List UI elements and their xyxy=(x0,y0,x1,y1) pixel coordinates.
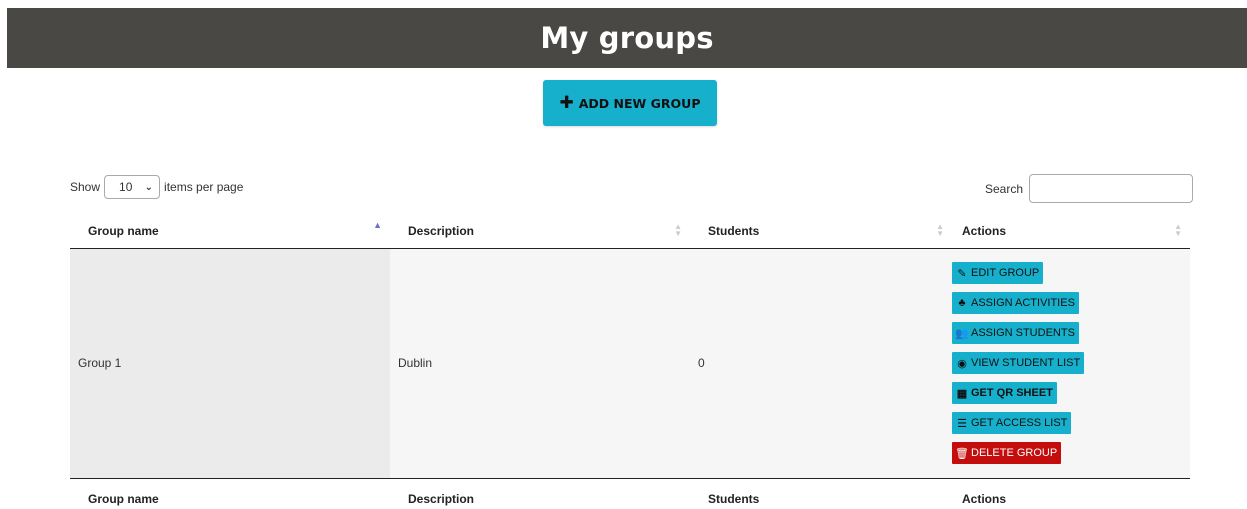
column-header-label: Students xyxy=(708,223,760,238)
assign-students-label: ASSIGN STUDENTS xyxy=(971,327,1075,339)
assign-students-button[interactable]: 👥 ASSIGN STUDENTS xyxy=(952,322,1079,344)
cell-actions: ✎ EDIT GROUP ♣ ASSIGN ACTIVITIES 👥 ASSIG… xyxy=(952,248,1190,478)
add-new-group-label: ADD NEW GROUP xyxy=(578,95,701,111)
sort-icon: ▲ ▼ xyxy=(1174,222,1182,238)
column-header-label: Actions xyxy=(962,223,1007,238)
chevron-down-icon: ⌄ xyxy=(144,181,154,193)
length-menu: Show 10 ⌄ items per page xyxy=(70,175,243,199)
view-student-list-label: VIEW STUDENT LIST xyxy=(971,357,1081,369)
list-icon: ☰ xyxy=(957,417,967,430)
edit-icon: ✎ xyxy=(957,267,967,280)
plus-icon: ✚ xyxy=(559,92,574,113)
assign-activities-label: ASSIGN ACTIVITIES xyxy=(971,297,1075,309)
search-input[interactable] xyxy=(1029,174,1194,203)
column-header-label: Description xyxy=(408,223,475,238)
column-header-group-name[interactable]: Group name ▲ xyxy=(70,214,390,249)
table-footer-row: Group name Description Students Actions xyxy=(70,477,1190,509)
items-per-page-select[interactable]: 10 ⌄ xyxy=(104,175,161,199)
column-header-actions[interactable]: Actions ▲ ▼ xyxy=(952,214,1190,249)
qrcode-icon: ▦ xyxy=(956,387,968,400)
cell-description: Dublin xyxy=(390,248,690,478)
footer-group-name: Group name xyxy=(70,477,390,509)
get-qr-sheet-button[interactable]: ▦ GET QR SHEET xyxy=(952,382,1057,404)
page-header: My groups xyxy=(7,8,1247,68)
trash-icon: 🗑 xyxy=(955,447,969,460)
view-student-list-button[interactable]: ◉ VIEW STUDENT LIST xyxy=(952,352,1085,374)
assign-activities-button[interactable]: ♣ ASSIGN ACTIVITIES xyxy=(952,292,1079,314)
cell-group-name: Group 1 xyxy=(70,248,390,478)
users-icon: 👥 xyxy=(955,327,969,340)
page-title: My groups xyxy=(540,21,714,55)
column-header-description[interactable]: Description ▲ ▼ xyxy=(390,214,690,249)
footer-students: Students xyxy=(690,477,952,509)
footer-description: Description xyxy=(390,477,690,509)
puzzle-icon: ♣ xyxy=(958,297,966,309)
row-actions: ✎ EDIT GROUP ♣ ASSIGN ACTIVITIES 👥 ASSIG… xyxy=(952,250,1190,476)
sort-icon: ▲ ▼ xyxy=(936,222,944,238)
length-menu-prefix: Show xyxy=(70,180,101,194)
sort-icon: ▲ ▼ xyxy=(674,222,682,238)
eye-icon: ◉ xyxy=(957,357,967,370)
table-header-row: Group name ▲ Description ▲ ▼ Students ▲ ▼ … xyxy=(70,214,1190,249)
column-header-label: Group name xyxy=(88,223,159,238)
edit-group-label: EDIT GROUP xyxy=(971,267,1040,279)
table-row: Group 1 Dublin 0 ✎ EDIT GROUP ♣ ASSIGN A… xyxy=(70,248,1190,478)
length-menu-suffix: items per page xyxy=(164,180,244,194)
delete-group-label: DELETE GROUP xyxy=(971,447,1058,459)
edit-group-button[interactable]: ✎ EDIT GROUP xyxy=(952,262,1044,284)
get-access-list-button[interactable]: ☰ GET ACCESS LIST xyxy=(952,412,1072,434)
search-box: Search xyxy=(985,174,1194,203)
delete-group-button[interactable]: 🗑 DELETE GROUP xyxy=(952,442,1062,464)
footer-actions: Actions xyxy=(952,477,1190,509)
add-new-group-button[interactable]: ✚ ADD NEW GROUP xyxy=(543,80,717,126)
search-label: Search xyxy=(985,181,1024,196)
items-per-page-value: 10 xyxy=(119,180,133,194)
groups-table: Group name ▲ Description ▲ ▼ Students ▲ ▼ … xyxy=(70,214,1190,509)
get-qr-sheet-label: GET QR SHEET xyxy=(971,387,1053,399)
sort-ascending-icon: ▲ xyxy=(373,220,382,230)
cell-students: 0 xyxy=(690,248,952,478)
column-header-students[interactable]: Students ▲ ▼ xyxy=(690,214,952,249)
get-access-list-label: GET ACCESS LIST xyxy=(971,417,1068,429)
